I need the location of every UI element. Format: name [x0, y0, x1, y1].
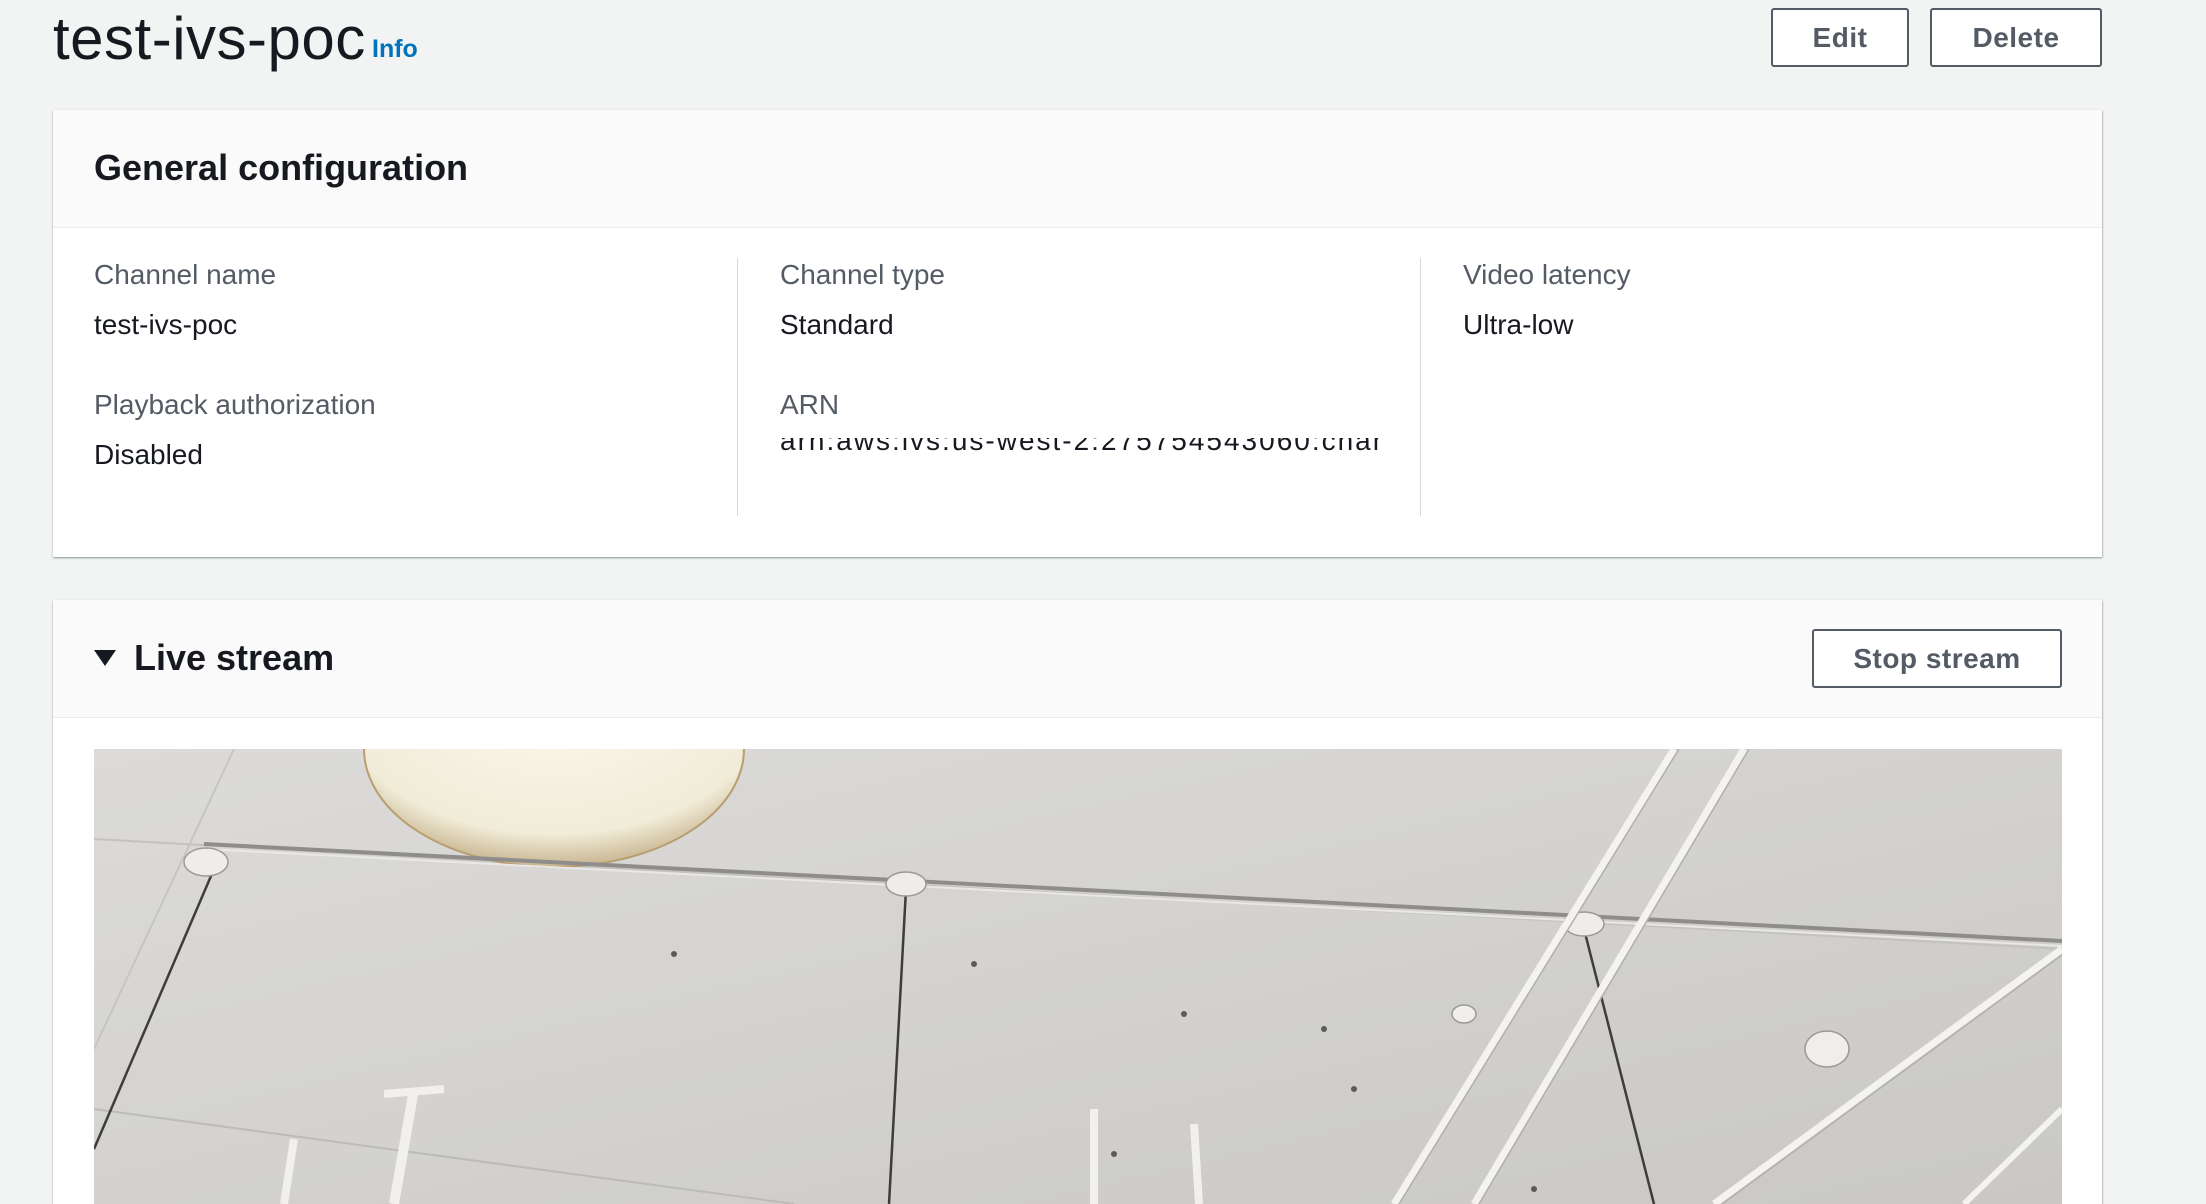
- video-frame-image: [94, 749, 2062, 1204]
- arn-label: ARN: [780, 389, 840, 420]
- playback-authorization-value: Disabled: [94, 439, 203, 470]
- channel-name-label: Channel name: [94, 259, 277, 290]
- channel-type-value: Standard: [780, 309, 894, 340]
- edit-button[interactable]: Edit: [1771, 8, 1909, 67]
- general-configuration-panel: General configuration Channel name test-…: [53, 110, 2102, 557]
- caret-down-icon[interactable]: [94, 650, 116, 666]
- config-column-3: Video latency Ultra-low: [1420, 258, 2061, 516]
- general-configuration-title: General configuration: [94, 147, 469, 188]
- live-stream-header[interactable]: Live stream Stop stream: [53, 600, 2102, 718]
- video-latency-value: Ultra-low: [1463, 309, 1574, 340]
- live-stream-video[interactable]: [94, 749, 2062, 1204]
- config-column-1: Channel name test-ivs-poc Playback autho…: [94, 258, 724, 516]
- channel-name-value: test-ivs-poc: [94, 309, 238, 340]
- arn-value-clipped: arn:aws:ivs:us-west-2:275754543060:chann…: [780, 438, 1380, 458]
- delete-button[interactable]: Delete: [1930, 8, 2102, 67]
- config-column-2: Channel type Standard ARN arn:aws:ivs:us…: [737, 258, 1380, 516]
- video-latency-field: Video latency Ultra-low: [1463, 258, 1631, 342]
- channel-type-field: Channel type Standard: [780, 258, 945, 342]
- channel-details-page: test-ivs-poc Info Edit Delete General co…: [0, 0, 2206, 1204]
- info-link[interactable]: Info: [372, 35, 418, 64]
- live-stream-panel: Live stream Stop stream: [53, 600, 2102, 1204]
- general-configuration-header: General configuration: [53, 110, 2102, 228]
- playback-authorization-field: Playback authorization Disabled: [94, 388, 376, 472]
- page-header: test-ivs-poc Info Edit Delete: [53, 0, 2102, 90]
- channel-name-field: Channel name test-ivs-poc: [94, 258, 276, 342]
- arn-value[interactable]: arn:aws:ivs:us-west-2:275754543060:chann…: [780, 438, 1380, 458]
- page-title: test-ivs-poc: [53, 5, 366, 72]
- channel-type-label: Channel type: [780, 259, 946, 290]
- playback-authorization-label: Playback authorization: [94, 389, 376, 420]
- video-latency-label: Video latency: [1463, 259, 1631, 290]
- live-stream-title[interactable]: Live stream: [134, 636, 334, 680]
- stop-stream-button[interactable]: Stop stream: [1812, 629, 2062, 688]
- arn-field: ARN arn:aws:ivs:us-west-2:275754543060:c…: [780, 388, 1380, 458]
